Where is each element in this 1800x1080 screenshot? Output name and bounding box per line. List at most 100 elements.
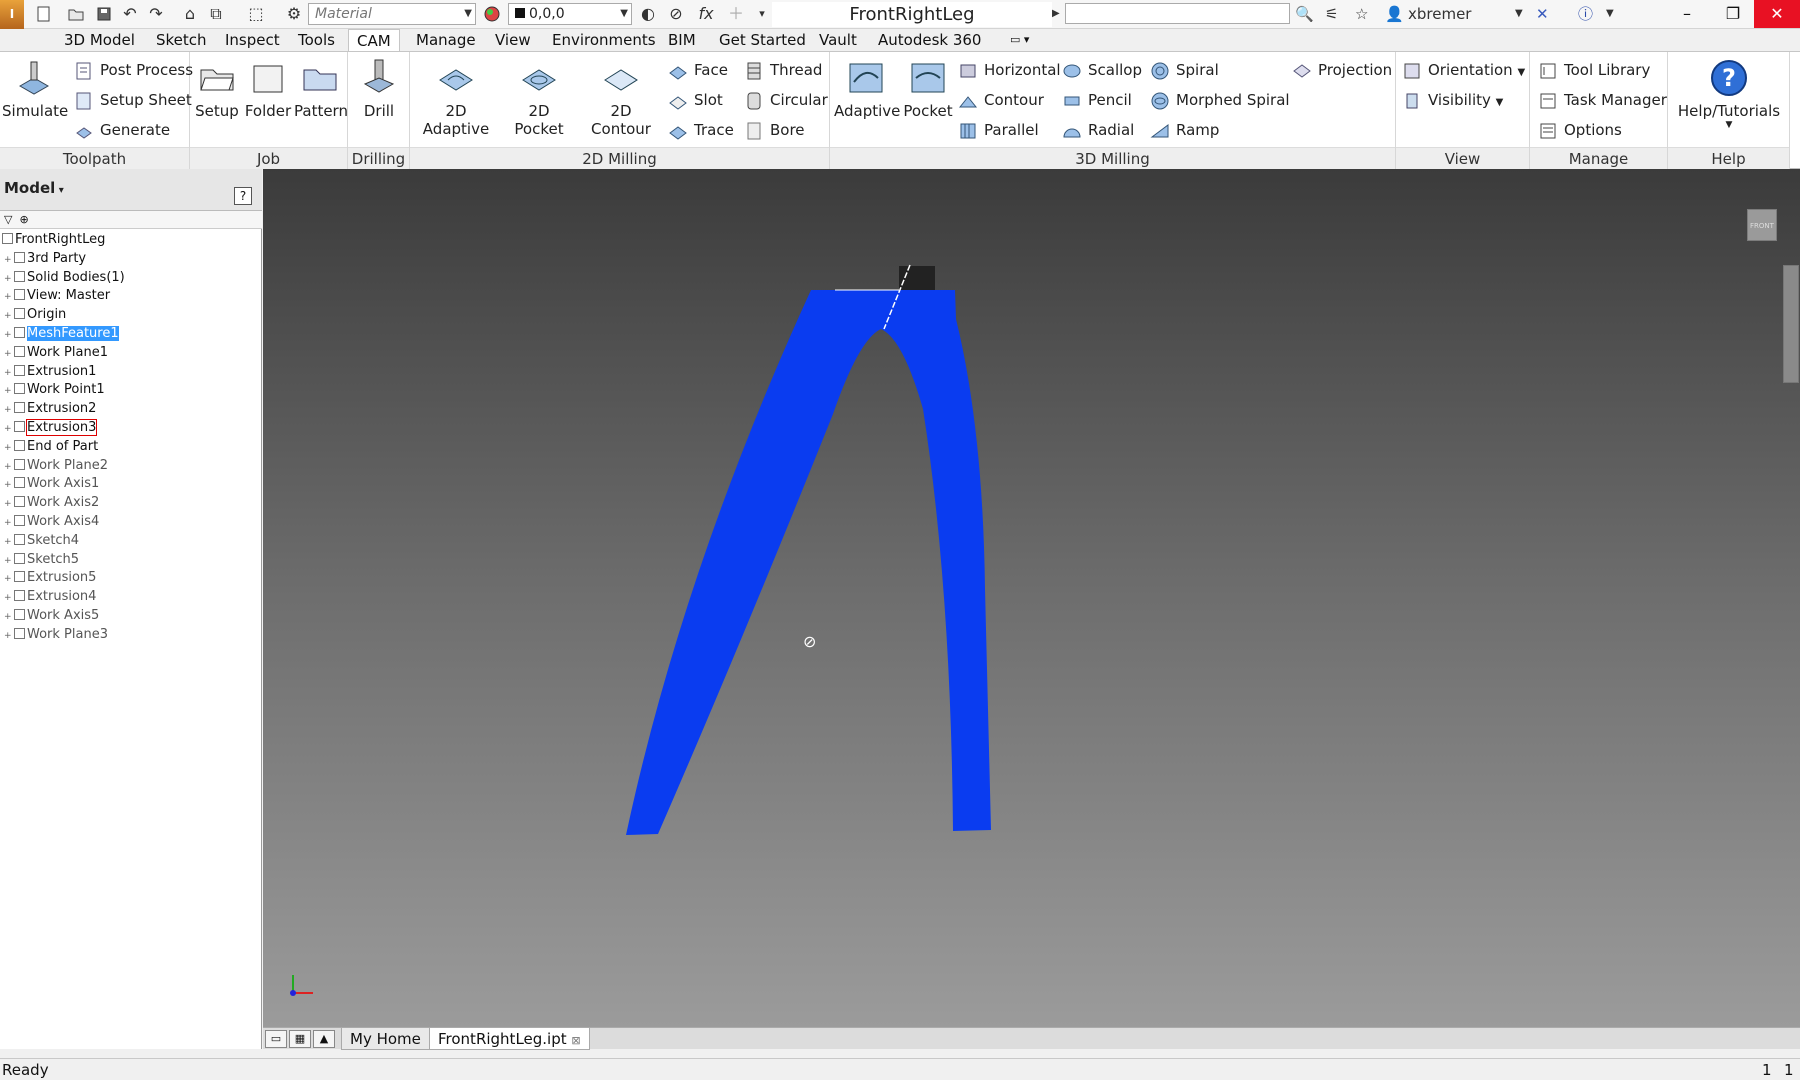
formula-icon[interactable]: fx [694,3,718,25]
tab-3d-model[interactable]: 3D Model [62,29,137,51]
tab-tools[interactable]: Tools [296,29,337,51]
expand-icon[interactable]: + [4,326,14,344]
new-file-icon[interactable] [32,3,56,25]
expand-icon[interactable]: + [4,533,14,551]
adaptive-button[interactable]: Adaptive [834,58,900,120]
expand-icon[interactable]: + [4,382,14,400]
expand-icon[interactable]: + [4,288,14,306]
viewcube[interactable]: FRONT [1747,209,1777,241]
help-tutorials-button[interactable]: ? Help/Tutorials ▼ [1676,58,1782,130]
tree-item[interactable]: +3rd Party [4,250,86,268]
tree-item[interactable]: + MeshFeature1 [4,325,119,343]
bore-button[interactable]: Bore [744,118,805,142]
folder-button[interactable]: Folder [242,58,294,120]
expand-icon[interactable]: + [4,420,14,438]
doc-tab-frontrightleg[interactable]: FrontRightLeg.ipt ⊠ [429,1028,590,1050]
save-icon[interactable] [92,3,116,25]
expand-icon[interactable]: + [4,476,14,494]
update-icon[interactable]: ⚙ [282,3,306,25]
tab-inspect[interactable]: Inspect [223,29,282,51]
tree-item[interactable]: + Work Axis2 [4,494,99,512]
2d-pocket-button[interactable]: 2D Pocket [502,58,576,138]
expand-icon[interactable]: + [4,401,14,419]
navigation-bar[interactable] [1783,265,1799,383]
circular-button[interactable]: Circular [744,88,828,112]
tree-item[interactable]: + Work Point1 [4,381,105,399]
find-icon[interactable]: ⊕ [19,213,28,226]
2d-contour-button[interactable]: 2D Contour [580,58,662,138]
tree-item[interactable]: + Origin [4,306,66,324]
tab-vault[interactable]: Vault [817,29,859,51]
spiral-button[interactable]: Spiral [1150,58,1219,82]
expand-icon[interactable]: + [4,364,14,382]
tab-autodesk-360[interactable]: Autodesk 360 [876,29,983,51]
communication-icon[interactable]: ⚟ [1325,2,1338,26]
parallel-button[interactable]: Parallel [958,118,1039,142]
slot-button[interactable]: Slot [668,88,723,112]
tab-environments[interactable]: Environments [550,29,658,51]
tab-sketch[interactable]: Sketch [154,29,209,51]
close-button[interactable]: ✕ [1754,0,1800,28]
doc-tab-my-home[interactable]: My Home [341,1028,430,1050]
pattern-button[interactable]: Pattern [294,58,348,120]
user-name[interactable]: xbremer [1408,2,1471,26]
chevron-down-icon[interactable]: ▼ [1515,2,1523,26]
tool-library-button[interactable]: Tool Library [1538,58,1650,82]
tree-item[interactable]: + End of Part [4,438,98,456]
customize-icon[interactable]: ▾ [750,3,774,25]
expand-icon[interactable]: + [4,439,14,457]
tab-manage[interactable]: Manage [414,29,478,51]
pocket-button[interactable]: Pocket [900,58,956,120]
tree-item[interactable]: + View: Master [4,287,110,305]
select-icon[interactable]: ⬚ [244,3,268,25]
expand-icon[interactable]: + [4,345,14,363]
tab-get-started[interactable]: Get Started [717,29,808,51]
horizontal-button[interactable]: Horizontal [958,58,1061,82]
expand-icon[interactable]: + [4,589,14,607]
tree-item[interactable]: + Work Plane1 [4,344,108,362]
leg-mesh-body[interactable] [626,290,991,835]
tree-item[interactable]: + Extrusion1 [4,363,96,381]
tab-cam[interactable]: CAM [348,29,400,51]
radial-button[interactable]: Radial [1062,118,1134,142]
pencil-button[interactable]: Pencil [1062,88,1132,112]
expand-icon[interactable]: + [4,495,14,513]
graphics-viewport[interactable]: FRONT ⊘ [263,169,1800,1027]
tree-item[interactable]: + Work Axis1 [4,475,99,493]
expand-icon[interactable]: + [4,307,14,325]
visibility-button[interactable]: Visibility ▼ [1402,88,1503,112]
tree-item[interactable]: + Sketch5 [4,551,79,569]
options-button[interactable]: Options [1538,118,1622,142]
material-combo[interactable]: Material ▼ [308,3,476,25]
user-icon[interactable]: 👤 [1385,2,1404,26]
expand-icon[interactable]: + [4,552,14,570]
setup-button[interactable]: Setup [194,58,240,120]
expand-icon[interactable]: + [4,458,14,476]
adjust-icon[interactable]: ◐ [636,3,660,25]
browser-title[interactable]: Model ▾ [4,179,64,197]
2d-adaptive-button[interactable]: 2D Adaptive [414,58,498,138]
tree-item[interactable]: + Sketch4 [4,532,79,550]
expand-icon[interactable]: + [4,570,14,588]
expand-arrow-icon[interactable]: ▶ [1052,2,1060,26]
plus-icon[interactable]: ＋ [724,3,748,25]
appearance-sphere-icon[interactable] [480,3,504,25]
undo-icon[interactable]: ↶ [118,3,142,25]
drill-button[interactable]: Drill [354,58,404,120]
expand-icon[interactable]: + [4,270,14,288]
tree-item[interactable]: + Extrusion4 [4,588,96,606]
projection-button[interactable]: Projection [1292,58,1392,82]
tree-item[interactable]: + Work Plane2 [4,457,108,475]
tree-item[interactable]: + Extrusion5 [4,569,96,587]
application-menu-button[interactable]: I [0,0,24,29]
search-input[interactable] [1065,3,1290,24]
tab-view[interactable]: View [493,29,533,51]
morphed-spiral-button[interactable]: Morphed Spiral [1150,88,1290,112]
clear-appearance-icon[interactable]: ⊘ [664,3,688,25]
tile-windows-icon[interactable]: ▭ [265,1030,287,1048]
scallop-button[interactable]: Scallop [1062,58,1142,82]
return-icon[interactable]: ⧉ [204,3,228,25]
tree-item[interactable]: + Solid Bodies(1) [4,269,125,287]
open-folder-icon[interactable] [64,3,88,25]
home-icon[interactable]: ⌂ [178,3,202,25]
